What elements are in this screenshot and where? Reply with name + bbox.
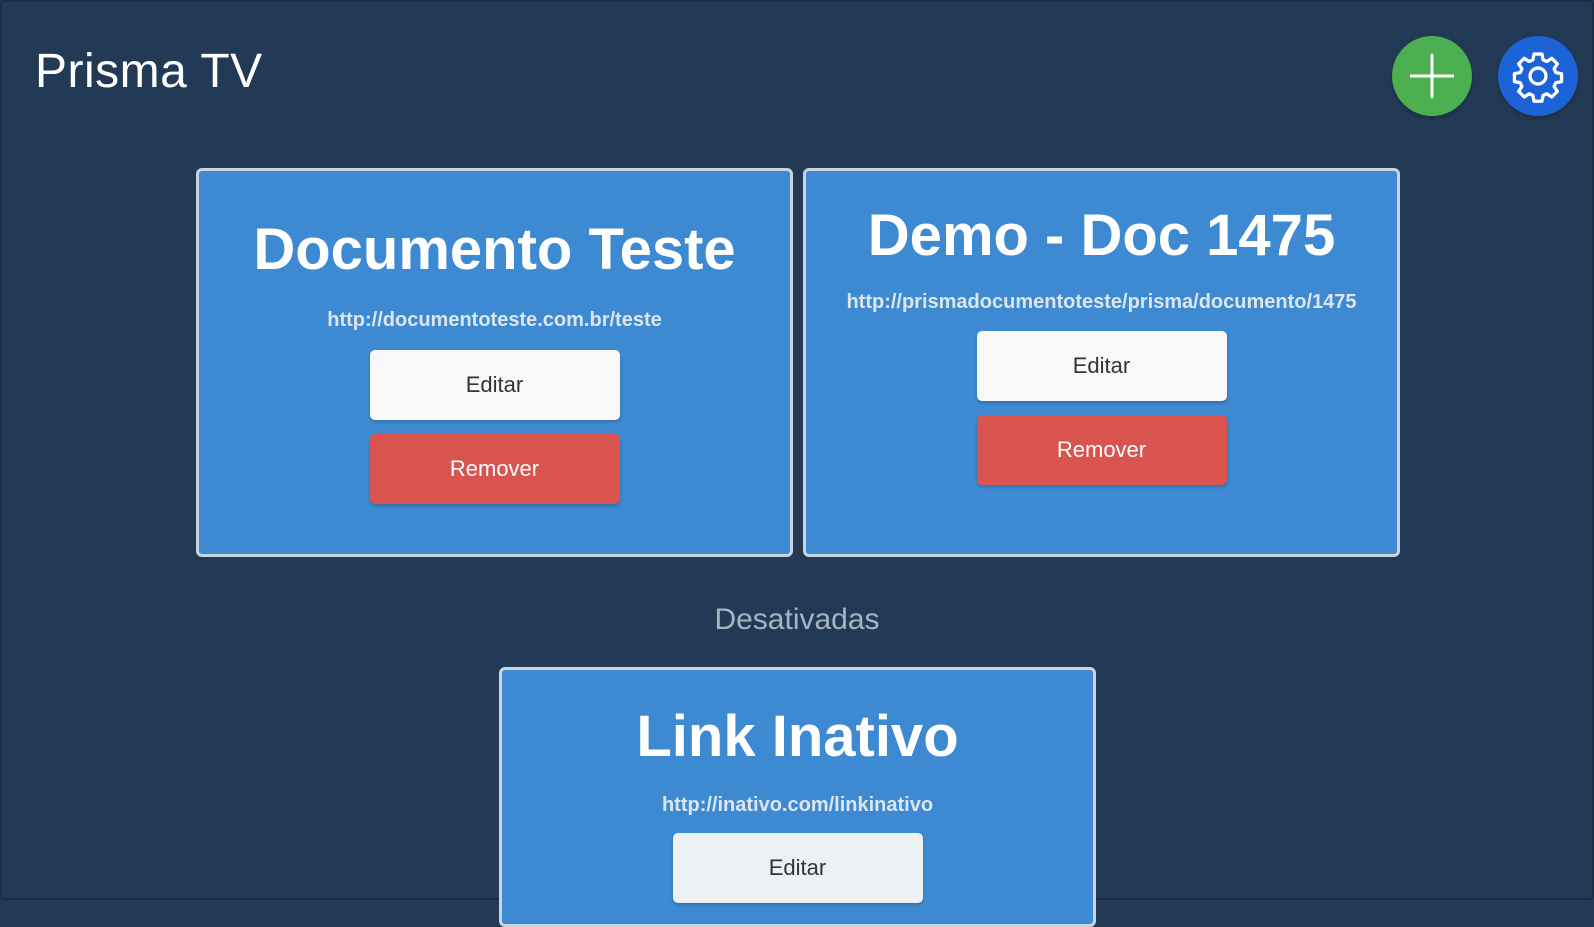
card-url: http://prismadocumentoteste/prisma/docum…	[846, 291, 1357, 313]
edit-button[interactable]: Editar	[369, 350, 620, 420]
remove-button[interactable]: Remover	[976, 415, 1227, 485]
card-title: Demo - Doc 1475	[867, 203, 1336, 268]
plus-icon	[1410, 54, 1454, 98]
edit-button[interactable]: Editar	[672, 833, 923, 903]
document-card: Demo - Doc 1475 http://prismadocumentote…	[803, 168, 1400, 557]
card-title: Documento Teste	[253, 217, 736, 282]
gear-icon	[1512, 52, 1564, 103]
edit-button[interactable]: Editar	[976, 331, 1227, 401]
card-url: http://inativo.com/linkinativo	[661, 794, 934, 816]
app-title: Prisma TV	[35, 45, 263, 98]
add-button[interactable]	[1392, 36, 1472, 116]
inactive-document-card: Link Inativo http://inativo.com/linkinat…	[499, 667, 1096, 927]
settings-button[interactable]	[1498, 36, 1578, 116]
card-title: Link Inativo	[636, 704, 959, 769]
card-url: http://documentoteste.com.br/teste	[327, 309, 662, 331]
document-card: Documento Teste http://documentoteste.co…	[196, 168, 793, 557]
remove-button[interactable]: Remover	[369, 434, 620, 504]
section-title-inactive: Desativadas	[714, 603, 880, 636]
